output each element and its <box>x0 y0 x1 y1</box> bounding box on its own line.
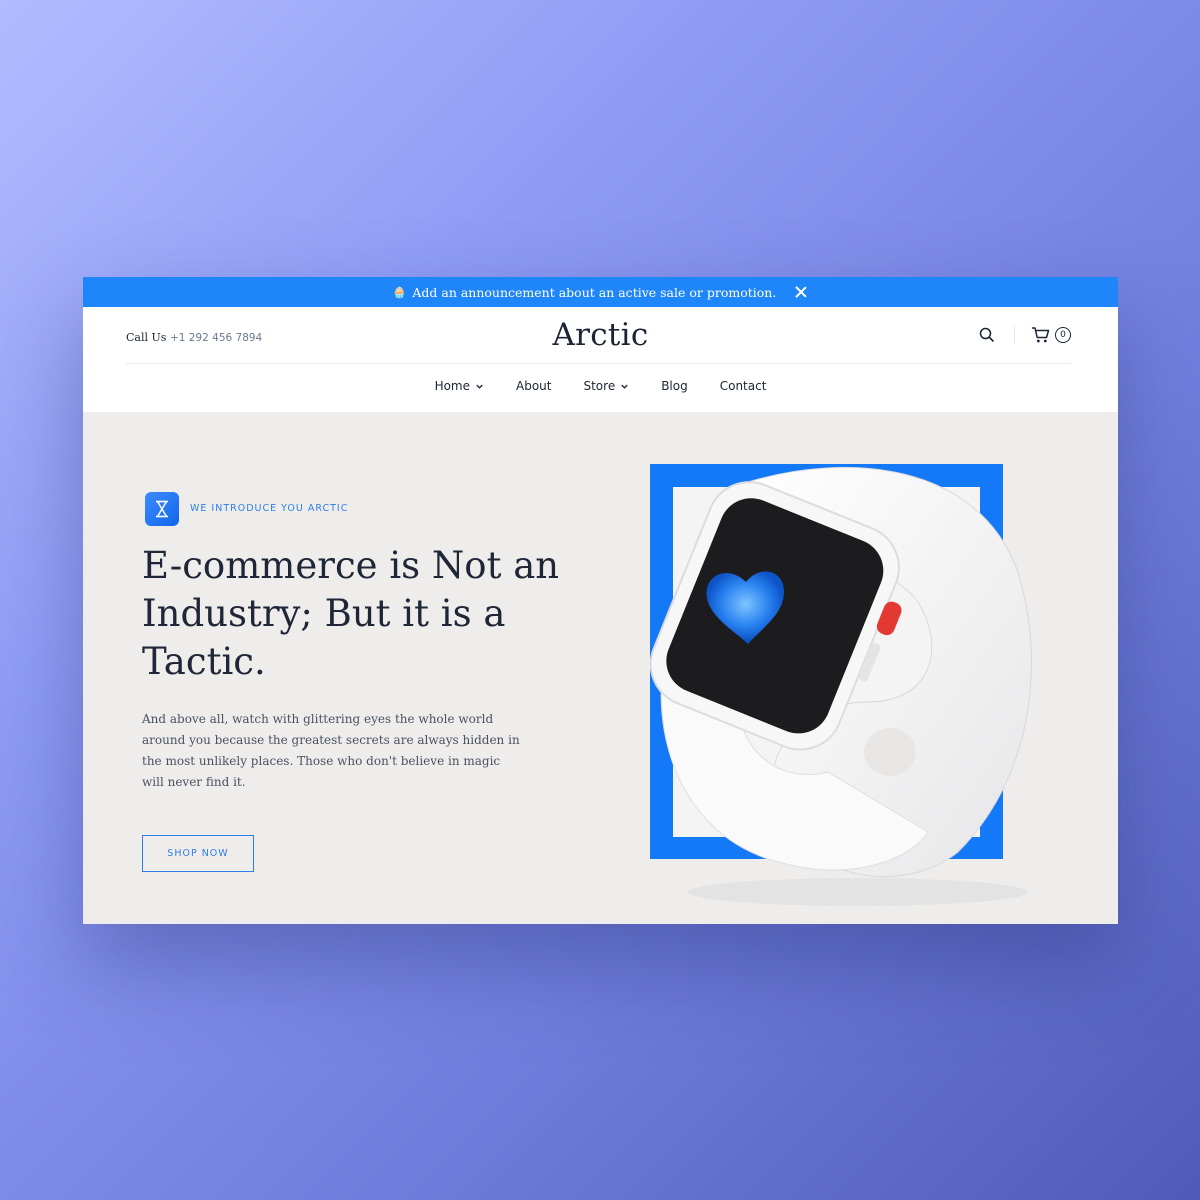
announcement-bar: 🧁 Add an announcement about an active sa… <box>83 277 1118 307</box>
header-divider <box>1014 326 1015 344</box>
chevron-down-icon <box>476 384 483 389</box>
hourglass-icon <box>145 492 179 526</box>
smartwatch-image <box>649 464 1032 906</box>
nav-label: Home <box>434 379 470 393</box>
nav-item-home[interactable]: Home <box>435 379 484 393</box>
nav-label: Store <box>583 379 616 393</box>
nav-label: Blog <box>661 379 688 393</box>
hero-description: And above all, watch with glittering eye… <box>142 712 520 789</box>
website-preview: 🧁 Add an announcement about an active sa… <box>83 277 1118 924</box>
hero-section: WE INTRODUCE YOU ARCTIC E-commerce is No… <box>83 412 1118 924</box>
header-actions: 0 <box>978 325 1071 345</box>
cart-count-badge: 0 <box>1055 327 1071 343</box>
shop-now-button[interactable]: SHOP NOW <box>142 835 254 872</box>
cupcake-icon: 🧁 <box>392 285 407 299</box>
search-icon[interactable] <box>978 326 996 344</box>
chevron-down-icon <box>621 384 628 389</box>
hero-headline: E-commerce is Not an Industry; But it is… <box>142 544 560 683</box>
announcement-text: Add an announcement about an active sale… <box>412 284 777 300</box>
header-divider-line <box>126 363 1071 364</box>
nav-item-store[interactable]: Store <box>583 379 629 393</box>
nav-item-contact[interactable]: Contact <box>720 379 767 393</box>
main-nav: Home About Store Blog Contact <box>83 379 1118 393</box>
nav-label: Contact <box>719 379 767 393</box>
close-icon[interactable] <box>794 285 808 299</box>
site-logo[interactable]: Arctic <box>83 317 1118 353</box>
site-header: Call Us +1 292 456 7894 Arctic 0 Home Ab… <box>83 307 1118 412</box>
nav-item-blog[interactable]: Blog <box>661 379 688 393</box>
hero-eyebrow: WE INTRODUCE YOU ARCTIC <box>190 503 349 514</box>
cart-icon[interactable] <box>1031 325 1051 345</box>
nav-label: About <box>516 379 552 393</box>
nav-item-about[interactable]: About <box>516 379 551 393</box>
